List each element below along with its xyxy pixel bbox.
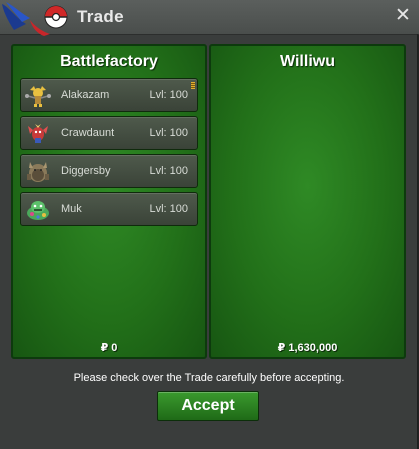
alakazam-sprite-icon — [25, 86, 51, 107]
money-offer-left: ₽ 0 — [100, 342, 118, 354]
close-icon[interactable]: ✕ — [395, 6, 411, 25]
item-level: Lvl: 100 — [149, 127, 188, 139]
crawdaunt-sprite-icon — [28, 124, 48, 143]
item-name: Muk — [61, 203, 82, 215]
trade-item-diggersby[interactable]: Diggersby Lvl: 100 — [20, 154, 198, 188]
trade-item-crawdaunt[interactable]: Crawdaunt Lvl: 100 — [20, 116, 198, 150]
title-bar[interactable]: Trade ✕ — [0, 0, 419, 36]
item-name: Crawdaunt — [61, 127, 115, 139]
muk-sprite-icon — [27, 201, 49, 220]
trade-window: Trade ✕ Battlefactory Alakazam Lvl: 100 … — [0, 0, 419, 449]
pokeball-logo-icon — [2, 2, 68, 36]
trade-item-alakazam[interactable]: Alakazam Lvl: 100 — [20, 78, 198, 112]
item-level: Lvl: 100 — [149, 165, 188, 177]
item-name: Alakazam — [61, 89, 110, 101]
accept-button[interactable]: Accept — [157, 391, 259, 421]
trade-item-muk[interactable]: Muk Lvl: 100 — [20, 192, 198, 226]
trader-name-right: Williwu — [280, 53, 335, 70]
window-title: Trade — [77, 7, 124, 26]
trader-name-left: Battlefactory — [60, 53, 158, 70]
trade-panel-right: Williwu ₽ 1,630,000 — [209, 44, 406, 359]
scrollbar-marker[interactable] — [191, 82, 195, 89]
offered-items-left: Alakazam Lvl: 100 Crawdaunt Lvl: 100 Dig… — [20, 78, 198, 230]
money-offer-right: ₽ 1,630,000 — [277, 342, 338, 354]
trade-notice: Please check over the Trade carefully be… — [73, 372, 345, 384]
window-border — [417, 34, 418, 449]
item-level: Lvl: 100 — [149, 89, 188, 101]
item-name: Diggersby — [61, 165, 111, 177]
item-level: Lvl: 100 — [149, 203, 188, 215]
diggersby-sprite-icon — [27, 162, 49, 182]
trade-panel-left: Battlefactory Alakazam Lvl: 100 Crawdaun… — [11, 44, 207, 359]
